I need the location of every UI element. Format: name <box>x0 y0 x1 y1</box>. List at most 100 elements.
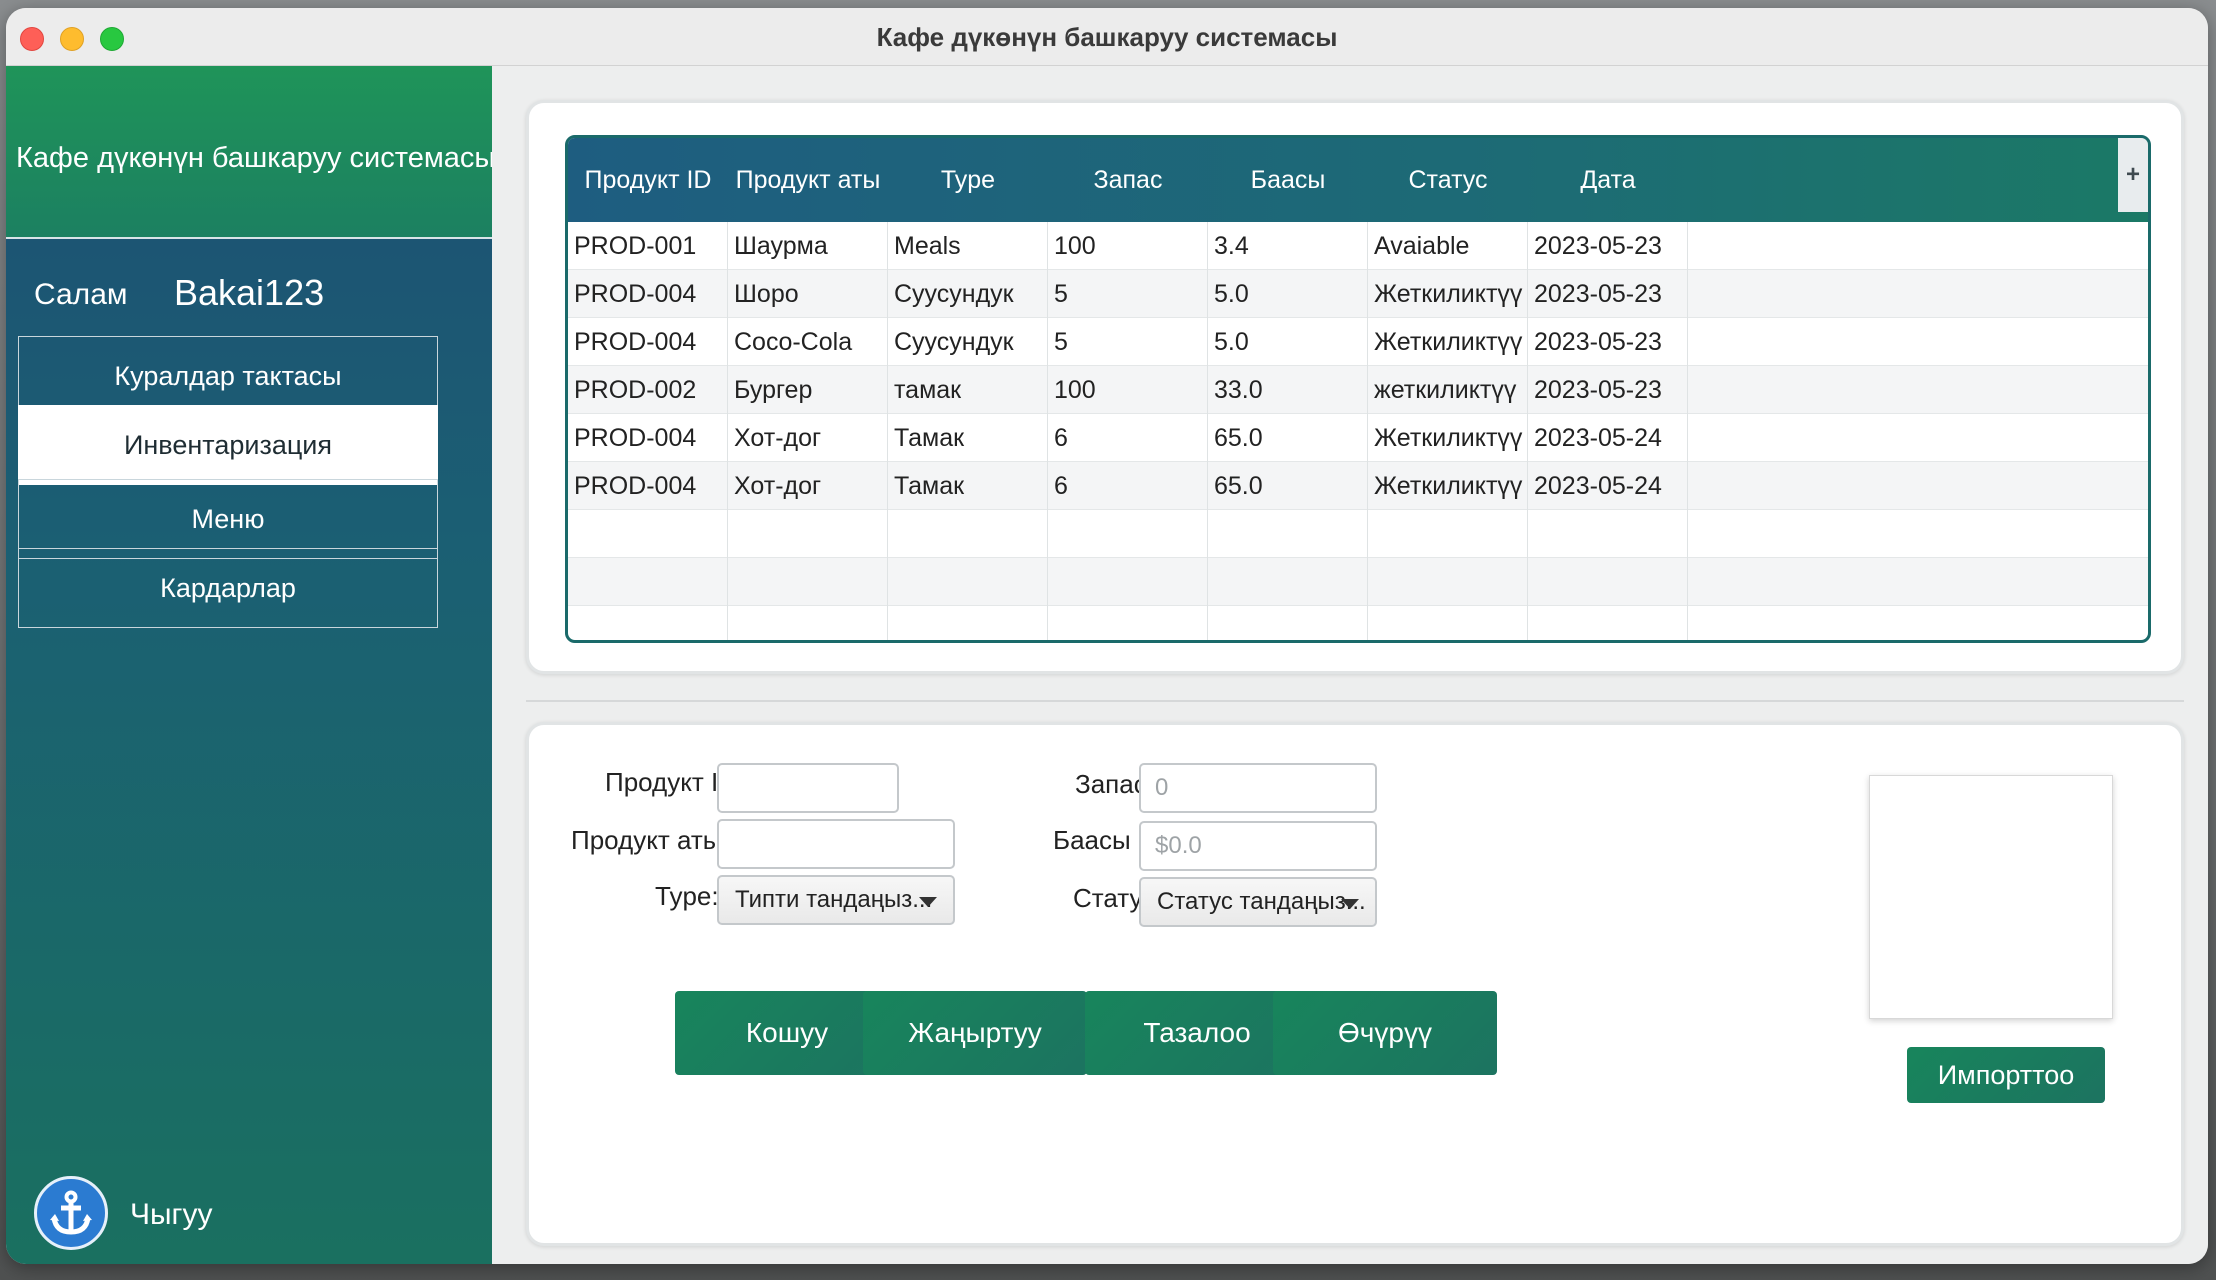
type-select-value: Типти тандаңыз... <box>735 886 933 913</box>
table-row[interactable]: PROD-004 Хот-дог Тамак 6 65.0 Жеткиликтүү 2023… <box>568 462 2148 510</box>
table-cell: PROD-004 <box>568 414 728 462</box>
table-cell: Тамак <box>888 414 1048 462</box>
table-cell <box>728 606 888 640</box>
table-row[interactable]: PROD-004 Шоро Суусундук 5 5.0 Жеткиликтүү 2023… <box>568 270 2148 318</box>
status-select-value: Статус тандаңыз... <box>1157 888 1366 915</box>
table-cell: Жеткиликтүү <box>1368 270 1528 318</box>
import-button[interactable]: Импорттоо <box>1907 1047 2105 1103</box>
table-row[interactable]: PROD-004 Coco-Cola Суусундук 5 5.0 Жеткиликтү… <box>568 318 2148 366</box>
table-cell: 5.0 <box>1208 270 1368 318</box>
table-cell <box>888 510 1048 558</box>
stock-input[interactable] <box>1139 763 1377 813</box>
table-row[interactable]: PROD-004 Хот-дог Тамак 6 65.0 Жеткиликтүү 2023… <box>568 414 2148 462</box>
table-cell: Суусундук <box>888 270 1048 318</box>
table-cell <box>1368 558 1528 606</box>
table-header: Продукт ID Продукт аты Type Запас Баасы … <box>568 138 2148 222</box>
username-text: Bakai123 <box>174 272 325 313</box>
table-cell: Жеткиликтүү <box>1368 414 1528 462</box>
nav-customers-button[interactable]: Кардарлар <box>18 548 438 628</box>
price-input[interactable] <box>1139 821 1377 871</box>
column-header-status[interactable]: Статус <box>1368 138 1528 222</box>
table-cell: Тамак <box>888 462 1048 510</box>
nav-menu-button[interactable]: Меню <box>18 479 438 559</box>
column-header-type[interactable]: Type <box>888 138 1048 222</box>
anchor-icon[interactable] <box>34 1176 108 1250</box>
type-label: Type: <box>655 881 719 911</box>
inventory-table: Продукт ID Продукт аты Type Запас Баасы … <box>565 135 2151 643</box>
table-cell <box>1368 510 1528 558</box>
table-cell: Бургер <box>728 366 888 414</box>
table-cell: PROD-002 <box>568 366 728 414</box>
title-bar: Кафе дүкөнүн башкаруу системасы <box>6 8 2208 66</box>
column-header-product-name[interactable]: Продукт аты <box>728 138 888 222</box>
table-row[interactable]: PROD-002 Бургер тамак 100 33.0 жеткиликтүү 202… <box>568 366 2148 414</box>
table-cell: 6 <box>1048 462 1208 510</box>
table-cell: Шоро <box>728 270 888 318</box>
table-cell <box>1048 606 1208 640</box>
inventory-table-card: Продукт ID Продукт аты Type Запас Баасы … <box>526 100 2184 674</box>
status-select[interactable]: Статус тандаңыз... <box>1139 877 1377 927</box>
chevron-down-icon <box>1341 899 1359 909</box>
table-cell <box>728 558 888 606</box>
delete-button[interactable]: Өчүрүү <box>1273 991 1497 1075</box>
table-cell: PROD-004 <box>568 270 728 318</box>
window-title: Кафе дүкөнүн башкаруу системасы <box>876 22 1338 52</box>
table-cell: 3.4 <box>1208 222 1368 270</box>
product-name-input[interactable] <box>717 819 955 869</box>
table-row[interactable] <box>568 606 2148 640</box>
table-row[interactable] <box>568 510 2148 558</box>
sidebar-header: Кафе дүкөнүн башкаруу системасы <box>6 66 496 239</box>
table-cell: Жеткиликтүү <box>1368 318 1528 366</box>
table-cell: тамак <box>888 366 1048 414</box>
table-cell: Coco-Cola <box>728 318 888 366</box>
table-cell: PROD-004 <box>568 462 728 510</box>
update-button[interactable]: Жаңыртуу <box>863 991 1087 1075</box>
main-panel: Продукт ID Продукт аты Type Запас Баасы … <box>492 66 2208 1264</box>
table-cell <box>888 558 1048 606</box>
divider <box>526 700 2184 702</box>
table-cell <box>568 606 728 640</box>
table-cell <box>568 510 728 558</box>
table-cell: 33.0 <box>1208 366 1368 414</box>
table-cell <box>1208 558 1368 606</box>
table-cell <box>1528 558 1688 606</box>
table-cell <box>1528 510 1688 558</box>
table-cell: Хот-дог <box>728 414 888 462</box>
table-cell <box>728 510 888 558</box>
table-cell: 6 <box>1048 414 1208 462</box>
table-cell: 65.0 <box>1208 414 1368 462</box>
product-id-input[interactable] <box>717 763 899 813</box>
column-header-price[interactable]: Баасы <box>1208 138 1368 222</box>
nav-dashboard-button[interactable]: Куралдар тактасы <box>18 336 438 416</box>
table-cell <box>888 606 1048 640</box>
table-cell: жеткиликтүү <box>1368 366 1528 414</box>
table-cell: 2023-05-23 <box>1528 270 1688 318</box>
nav-inventory-button[interactable]: Инвентаризация <box>18 405 438 485</box>
product-name-label: Продукт аты: <box>571 825 729 855</box>
type-select[interactable]: Типти тандаңыз... <box>717 875 955 925</box>
table-cell: 2023-05-23 <box>1528 222 1688 270</box>
plus-icon[interactable]: + <box>2118 138 2148 212</box>
table-cell: Шаурма <box>728 222 888 270</box>
column-header-stock[interactable]: Запас <box>1048 138 1208 222</box>
table-cell <box>1208 510 1368 558</box>
table-cell: 2023-05-24 <box>1528 414 1688 462</box>
table-cell <box>1368 606 1528 640</box>
table-cell: 5 <box>1048 318 1208 366</box>
table-cell: 2023-05-23 <box>1528 318 1688 366</box>
logout-label[interactable]: Чыгуу <box>130 1198 213 1232</box>
table-cell: 100 <box>1048 222 1208 270</box>
table-cell: 2023-05-23 <box>1528 366 1688 414</box>
table-cell: 2023-05-24 <box>1528 462 1688 510</box>
column-header-product-id[interactable]: Продукт ID <box>568 138 728 222</box>
table-cell: 65.0 <box>1208 462 1368 510</box>
chevron-down-icon <box>919 897 937 907</box>
app-window: Кафе дүкөнүн башкаруу системасы Кафе дүк… <box>6 8 2208 1264</box>
column-header-date[interactable]: Дата <box>1528 138 1688 222</box>
table-cell <box>568 558 728 606</box>
table-row[interactable]: PROD-001 Шаурма Meals 100 3.4 Avaiable 2023-05… <box>568 222 2148 270</box>
table-cell: 5 <box>1048 270 1208 318</box>
app-title: Кафе дүкөнүн башкаруу системасы <box>16 142 496 174</box>
table-cell: Avaiable <box>1368 222 1528 270</box>
table-row[interactable] <box>568 558 2148 606</box>
